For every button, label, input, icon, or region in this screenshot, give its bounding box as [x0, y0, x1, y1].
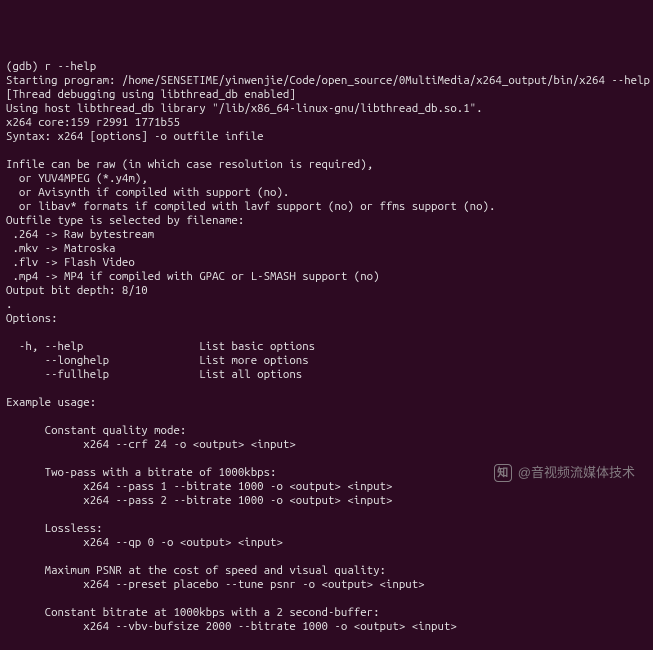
terminal-line: Lossless: [6, 522, 647, 536]
terminal-line: --fullhelp List all options [6, 368, 647, 382]
terminal-line [6, 326, 647, 340]
terminal-line: Example usage: [6, 396, 647, 410]
terminal-line: --longhelp List more options [6, 354, 647, 368]
terminal-line: .mp4 -> MP4 if compiled with GPAC or L-S… [6, 270, 647, 284]
terminal-line [6, 144, 647, 158]
terminal-line: x264 core:159 r2991 1771b55 [6, 116, 647, 130]
terminal-line: or Avisynth if compiled with support (no… [6, 186, 647, 200]
terminal-line: .mkv -> Matroska [6, 242, 647, 256]
terminal-line: x264 --crf 24 -o <output> <input> [6, 438, 647, 452]
terminal-line: Syntax: x264 [options] -o outfile infile [6, 130, 647, 144]
terminal-line: Options: [6, 312, 647, 326]
terminal-line: Constant quality mode: [6, 424, 647, 438]
terminal-line: x264 --pass 1 --bitrate 1000 -o <output>… [6, 480, 647, 494]
terminal-output[interactable]: (gdb) r --helpStarting program: /home/SE… [6, 60, 647, 552]
terminal-line: . [6, 298, 647, 312]
terminal-line [6, 410, 647, 424]
terminal-line: Outfile type is selected by filename: [6, 214, 647, 228]
terminal-line: x264 --vbv-bufsize 2000 --bitrate 1000 -… [6, 620, 647, 634]
terminal-line: x264 --pass 2 --bitrate 1000 -o <output>… [6, 494, 647, 508]
terminal-line [6, 452, 647, 466]
terminal-line: [Thread debugging using libthread_db ena… [6, 88, 647, 102]
terminal-line: or libav* formats if compiled with lavf … [6, 200, 647, 214]
terminal-line: or YUV4MPEG (*.y4m), [6, 172, 647, 186]
terminal-line: Infile can be raw (in which case resolut… [6, 158, 647, 172]
terminal-line: Constant bitrate at 1000kbps with a 2 se… [6, 606, 647, 620]
terminal-line: -h, --help List basic options [6, 340, 647, 354]
terminal-line: Starting program: /home/SENSETIME/yinwen… [6, 74, 647, 88]
terminal-line: Output bit depth: 8/10 [6, 284, 647, 298]
terminal-line: Using host libthread_db library "/lib/x8… [6, 102, 647, 116]
terminal-line [6, 508, 647, 522]
terminal-line: .264 -> Raw bytestream [6, 228, 647, 242]
terminal-line [6, 592, 647, 606]
terminal-line: Maximum PSNR at the cost of speed and vi… [6, 564, 647, 578]
terminal-line: (gdb) r --help [6, 60, 647, 74]
terminal-line: Two-pass with a bitrate of 1000kbps: [6, 466, 647, 480]
terminal-line [6, 382, 647, 396]
terminal-line: .flv -> Flash Video [6, 256, 647, 270]
terminal-line [6, 550, 647, 564]
terminal-line: x264 --qp 0 -o <output> <input> [6, 536, 647, 550]
terminal-line: x264 --preset placebo --tune psnr -o <ou… [6, 578, 647, 592]
